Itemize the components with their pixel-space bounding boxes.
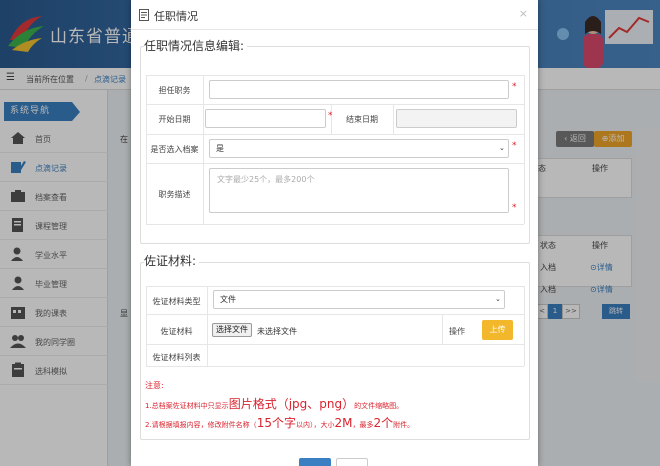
table-line bbox=[146, 344, 524, 345]
start-date-input[interactable] bbox=[205, 109, 326, 128]
chevron-down-icon: ⌄ bbox=[499, 144, 505, 152]
table-line bbox=[524, 75, 525, 224]
required-mark: * bbox=[328, 111, 333, 121]
note-heading: 注意: bbox=[145, 381, 164, 390]
position-input[interactable] bbox=[209, 80, 509, 99]
description-label: 职务描述 bbox=[158, 190, 191, 199]
document-icon bbox=[139, 9, 149, 21]
upload-button[interactable]: 上传 bbox=[482, 320, 513, 340]
evidence-list-label: 佐证材料列表 bbox=[152, 353, 201, 362]
save-button[interactable] bbox=[299, 458, 331, 466]
table-line bbox=[146, 286, 524, 287]
note-text: 的文件缩略图。 bbox=[354, 402, 404, 410]
choose-file-button[interactable]: 选择文件 bbox=[212, 323, 252, 337]
table-line bbox=[393, 104, 394, 134]
close-icon[interactable]: × bbox=[519, 7, 528, 20]
cancel-button[interactable] bbox=[336, 458, 368, 466]
section-title-employment: 任职情况信息编辑: bbox=[144, 37, 248, 54]
table-line bbox=[146, 224, 524, 225]
required-mark: * bbox=[512, 203, 517, 213]
section-title-evidence: 佐证材料: bbox=[144, 252, 200, 269]
chevron-down-icon: ⌄ bbox=[495, 295, 501, 303]
no-file-text: 未选择文件 bbox=[257, 327, 297, 336]
modal-header: 任职情况 × bbox=[131, 0, 538, 30]
archive-select[interactable]: 是 bbox=[209, 139, 509, 158]
table-line bbox=[207, 286, 208, 366]
required-mark: * bbox=[512, 141, 517, 151]
employment-modal: 任职情况 × 任职情况信息编辑: 担任职务 * 开始日期 * 结束日期 是否选入… bbox=[131, 0, 538, 466]
note-highlight: 2M bbox=[334, 416, 353, 430]
note-highlight: 图片格式（jpg、png） bbox=[228, 397, 355, 411]
operation-label: 操作 bbox=[449, 327, 465, 336]
note-line-2: 2.请根据填报内容，修改附件名称（15个字以内），大小2M，最多2个附件。 bbox=[145, 414, 414, 431]
note-text: 附件。 bbox=[393, 421, 415, 429]
start-date-label: 开始日期 bbox=[158, 115, 191, 124]
note-text: 以内），大小 bbox=[295, 421, 335, 429]
table-line bbox=[524, 286, 525, 366]
description-placeholder: 文字最少25个，最多200个 bbox=[217, 175, 315, 184]
evidence-material-label: 佐证材料 bbox=[160, 327, 193, 336]
note-text: 1.总档案佐证材料中只显示 bbox=[145, 402, 229, 410]
evidence-type-select[interactable]: 文件 bbox=[213, 290, 505, 309]
table-line bbox=[146, 314, 524, 315]
note-text: ，最多 bbox=[352, 421, 374, 429]
required-mark: * bbox=[512, 82, 517, 92]
evidence-type-label: 佐证材料类型 bbox=[152, 297, 201, 306]
table-line bbox=[146, 366, 524, 367]
archive-label: 是否选入档案 bbox=[150, 145, 199, 154]
note-text: 2.请根据填报内容，修改附件名称（ bbox=[145, 421, 257, 429]
note-highlight: 2个 bbox=[373, 416, 394, 430]
end-date-label: 结束日期 bbox=[346, 115, 378, 124]
table-line bbox=[203, 75, 204, 224]
end-date-input[interactable] bbox=[396, 109, 517, 128]
note-highlight: 15个字 bbox=[256, 416, 296, 430]
position-label: 担任职务 bbox=[158, 86, 191, 95]
modal-title: 任职情况 bbox=[154, 10, 198, 23]
note-line-1: 1.总档案佐证材料中只显示图片格式（jpg、png）的文件缩略图。 bbox=[145, 395, 403, 412]
